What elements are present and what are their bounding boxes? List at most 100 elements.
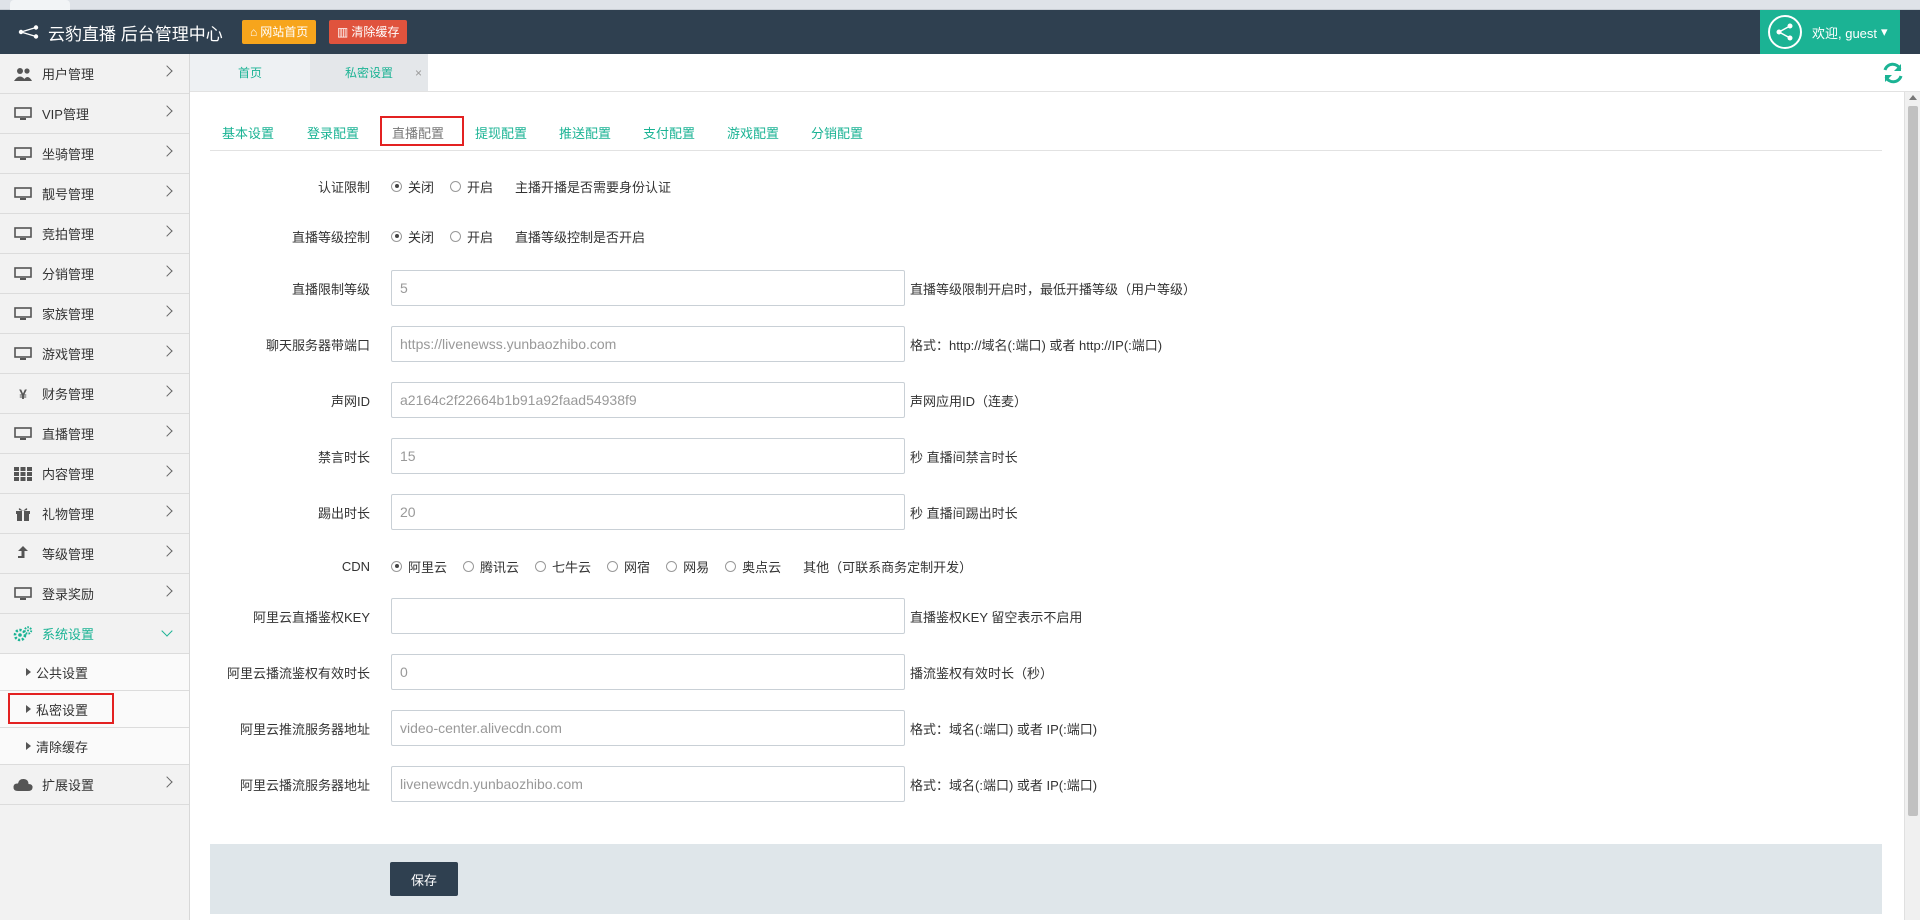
level-limit-label: 直播限制等级 — [291, 281, 370, 297]
scroll-thumb[interactable] — [1908, 106, 1918, 816]
radio-label: 七牛云 — [552, 559, 592, 575]
subtab-game[interactable]: 游戏配置 — [727, 116, 779, 151]
auth-limit-row: 认证限制 关闭 开启 主播开播是否需要身份认证 — [210, 168, 1882, 204]
sidebar-item-users[interactable]: 用户管理 — [0, 54, 189, 94]
scrollbar[interactable] — [1904, 92, 1920, 920]
sidebar-subitem-private-settings[interactable]: 私密设置 — [0, 691, 189, 728]
cdn-qiniu-radio[interactable]: 七牛云 — [535, 557, 591, 576]
chevron-right-icon — [161, 776, 173, 788]
sidebar-item-games[interactable]: 游戏管理 — [0, 334, 189, 374]
mute-time-label: 禁言时长 — [317, 449, 370, 465]
sidebar-item-mounts[interactable]: 坐骑管理 — [0, 134, 189, 174]
radio-selected-icon — [391, 560, 402, 572]
radio-selected-icon — [391, 180, 402, 192]
sidebar-item-content[interactable]: 内容管理 — [0, 454, 189, 494]
site-home-button[interactable]: ⌂ 网站首页 — [242, 20, 317, 44]
sidebar-item-auction[interactable]: 竞拍管理 — [0, 214, 189, 254]
aliyun-key-input[interactable] — [391, 598, 905, 634]
level-control-hint: 直播等级控制是否开启 — [515, 229, 646, 245]
sidebar-item-live[interactable]: 直播管理 — [0, 414, 189, 454]
sidebar-item-distribution[interactable]: 分销管理 — [0, 254, 189, 294]
radio-icon — [463, 560, 475, 572]
sidebar-subitem-public-settings[interactable]: 公共设置 — [0, 654, 189, 691]
sidebar-item-system-settings[interactable]: 系统设置 — [0, 614, 189, 654]
tab-private-settings[interactable]: 私密设置 × — [310, 54, 428, 91]
tab-home[interactable]: 首页 — [190, 54, 310, 91]
sidebar-item-login-reward[interactable]: 登录奖励 — [0, 574, 189, 614]
monitor-icon — [12, 266, 34, 282]
save-button[interactable]: 保存 — [390, 862, 458, 896]
agora-id-label: 声网ID — [330, 393, 370, 409]
sidebar-item-extensions[interactable]: 扩展设置 — [0, 765, 189, 805]
sidebar-subitem-label: 公共设置 — [36, 665, 89, 681]
cdn-aodianyun-radio[interactable]: 奥点云 — [725, 557, 781, 576]
aliyun-key-hint: 直播鉴权KEY 留空表示不启用 — [910, 609, 1083, 625]
level-control-on-radio[interactable]: 开启 — [450, 227, 493, 246]
cdn-label: CDN — [341, 558, 370, 574]
sidebar-item-label: 礼物管理 — [42, 507, 95, 522]
scroll-up-arrow-icon[interactable] — [1909, 95, 1917, 100]
monitor-icon — [12, 346, 34, 362]
monitor-icon — [12, 586, 34, 602]
close-icon[interactable]: × — [415, 66, 422, 80]
cloud-icon — [12, 777, 34, 793]
level-control-off-radio[interactable]: 关闭 — [391, 227, 434, 246]
radio-label: 网宿 — [624, 559, 651, 575]
aliyun-push-input[interactable]: video-center.alivecdn.com — [391, 710, 905, 746]
auth-limit-off-radio[interactable]: 关闭 — [391, 177, 434, 196]
subtab-distribution[interactable]: 分销配置 — [811, 116, 863, 151]
page-tab-bar: 首页 私密设置 × — [190, 54, 1920, 92]
kick-time-row: 踢出时长 20 秒 直播间踢出时长 — [210, 494, 1882, 530]
level-control-row: 直播等级控制 关闭 开启 直播等级控制是否开启 — [210, 218, 1882, 254]
sidebar-item-levels[interactable]: 等级管理 — [0, 534, 189, 574]
sidebar: 用户管理 VIP管理 坐骑管理 靓号管理 竞拍管理 分销管理 家族管理 游戏管理… — [0, 54, 190, 920]
sidebar-item-pretty-id[interactable]: 靓号管理 — [0, 174, 189, 214]
sidebar-item-label: 分销管理 — [42, 267, 95, 282]
cdn-wangsu-radio[interactable]: 网宿 — [607, 557, 650, 576]
cdn-aliyun-radio[interactable]: 阿里云 — [391, 557, 447, 576]
cdn-netease-radio[interactable]: 网易 — [666, 557, 709, 576]
clear-cache-button[interactable]: ▥ 清除缓存 — [329, 20, 408, 44]
subtab-withdraw[interactable]: 提现配置 — [475, 116, 527, 151]
subtab-basic[interactable]: 基本设置 — [222, 116, 274, 151]
subtab-login[interactable]: 登录配置 — [307, 116, 359, 151]
mute-time-input[interactable]: 15 — [391, 438, 905, 474]
radio-label: 关闭 — [408, 229, 435, 245]
main-content: 基本设置 登录配置 直播配置 提现配置 推送配置 支付配置 游戏配置 分销配置 … — [210, 92, 1882, 920]
sidebar-item-gifts[interactable]: 礼物管理 — [0, 494, 189, 534]
kick-time-input[interactable]: 20 — [391, 494, 905, 530]
sidebar-item-label: 扩展设置 — [42, 778, 95, 793]
sidebar-item-label: 靓号管理 — [42, 187, 95, 202]
share-icon — [18, 25, 39, 39]
sidebar-subitem-clear-cache[interactable]: 清除缓存 — [0, 728, 189, 765]
agora-id-input[interactable]: a2164c2f22664b1b91a92faad54938f9 — [391, 382, 905, 418]
refresh-icon[interactable] — [1880, 61, 1906, 85]
welcome-text[interactable]: 欢迎, guest ▾ — [1812, 23, 1888, 42]
sidebar-item-label: 系统设置 — [42, 627, 95, 642]
sidebar-item-vip[interactable]: VIP管理 — [0, 94, 189, 134]
grid-icon — [12, 466, 34, 482]
sidebar-item-family[interactable]: 家族管理 — [0, 294, 189, 334]
subtab-push[interactable]: 推送配置 — [559, 116, 611, 151]
chat-server-label: 聊天服务器带端口 — [265, 337, 370, 353]
aliyun-pull-input[interactable]: livenewcdn.yunbaozhibo.com — [391, 766, 905, 802]
browser-tab[interactable] — [10, 0, 70, 10]
user-menu[interactable]: 欢迎, guest ▾ — [1760, 10, 1900, 54]
cdn-tencent-radio[interactable]: 腾讯云 — [463, 557, 519, 576]
aliyun-key-row: 阿里云直播鉴权KEY 直播鉴权KEY 留空表示不启用 — [210, 598, 1882, 634]
chat-server-row: 聊天服务器带端口 https://livenewss.yunbaozhibo.c… — [210, 326, 1882, 362]
sidebar-item-finance[interactable]: ¥ 财务管理 — [0, 374, 189, 414]
aliyun-expire-input[interactable]: 0 — [391, 654, 905, 690]
subtab-payment[interactable]: 支付配置 — [643, 116, 695, 151]
auth-limit-on-radio[interactable]: 开启 — [450, 177, 493, 196]
level-limit-input[interactable]: 5 — [391, 270, 905, 306]
auth-limit-label: 认证限制 — [317, 179, 370, 195]
monitor-icon — [12, 186, 34, 202]
sidebar-item-label: 等级管理 — [42, 547, 95, 562]
cdn-options: 阿里云 腾讯云 七牛云 网宿 网易 奥点云 其他（可联系商务定制开发） — [391, 548, 972, 584]
caret-right-icon — [26, 742, 31, 750]
gift-icon — [12, 506, 34, 522]
radio-icon — [607, 560, 619, 572]
chat-server-input[interactable]: https://livenewss.yunbaozhibo.com — [391, 326, 905, 362]
level-control-label: 直播等级控制 — [291, 229, 370, 245]
